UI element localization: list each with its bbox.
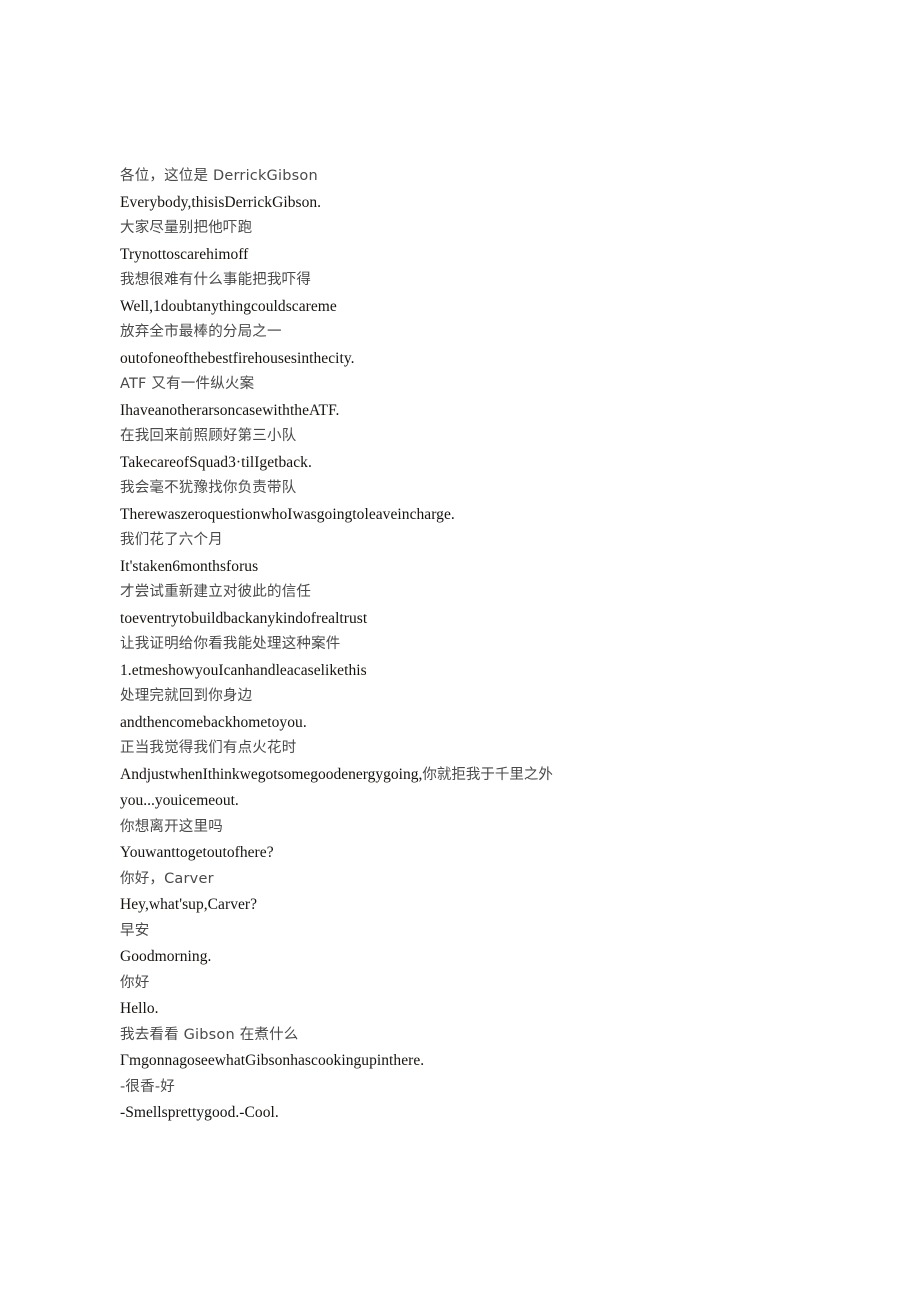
subtitle-line-english: It'staken6monthsforus bbox=[120, 557, 259, 575]
subtitle-line-chinese: 我会毫不犹豫找你负责带队 bbox=[120, 480, 297, 496]
subtitle-line-english: Youwanttogetoutofhere? bbox=[120, 844, 274, 861]
subtitle-line-english: Trynottoscarehimoff bbox=[120, 245, 249, 263]
subtitle-line-chinese: 让我证明给你看我能处理这种案件 bbox=[120, 636, 341, 652]
subtitle-line-chinese: 你好 bbox=[120, 974, 150, 991]
subtitle-line-chinese: 才尝试重新建立对彼此的信任 bbox=[120, 584, 312, 600]
subtitle-line-english: -Smellsprettygood.-Cool. bbox=[120, 1104, 279, 1121]
subtitle-line-chinese: 大家尽量别把他吓跑 bbox=[120, 220, 253, 236]
subtitle-line-english: toeventrytobuildbackanykindofrealtrust bbox=[120, 609, 368, 627]
subtitle-line-chinese: 放弃全市最棒的分局之一 bbox=[120, 324, 282, 340]
subtitle-line-chinese: 我去看看 Gibson 在煮什么 bbox=[120, 1026, 299, 1043]
subtitle-line-english: Well,1doubtanythingcouldscareme bbox=[120, 297, 337, 315]
subtitle-line-english: IhaveanotherarsoncasewiththeATF. bbox=[120, 401, 340, 419]
subtitle-line-chinese: 各位，这位是 DerrickGibson bbox=[120, 168, 318, 184]
subtitle-run-chinese: 你就拒我于千里之外 bbox=[422, 766, 553, 783]
subtitle-line-english: TherewaszeroquestionwhoIwasgoingtoleavei… bbox=[120, 505, 455, 523]
subtitle-line-english: Goodmorning. bbox=[120, 948, 212, 965]
subtitle-line-english: ΓmgonnagoseewhatGibsonhascookingupinther… bbox=[120, 1052, 425, 1069]
subtitle-line-chinese: -很香-好 bbox=[120, 1078, 175, 1095]
subtitle-line-chinese: 处理完就回到你身边 bbox=[120, 688, 253, 704]
subtitle-line-english: 1.etmeshowyouIcanhandleacaselikethis bbox=[120, 661, 367, 679]
subtitle-line-chinese: 正当我觉得我们有点火花时 bbox=[120, 740, 297, 756]
subtitle-line-chinese: 我们花了六个月 bbox=[120, 532, 223, 548]
subtitle-line-english: outofoneofthebestfirehousesinthecity. bbox=[120, 349, 355, 367]
subtitle-line-mixed: AndjustwhenIthinkwegotsomegoodenergygoin… bbox=[120, 762, 590, 814]
subtitle-line-english: TakecareofSquad3·tilIgetback. bbox=[120, 453, 312, 471]
subtitle-line-english: Everybody,thisisDerrickGibson. bbox=[120, 193, 322, 211]
subtitle-line-chinese: 我想很难有什么事能把我吓得 bbox=[120, 272, 312, 288]
subtitle-run-english-continued: you...youicemeout. bbox=[120, 792, 239, 809]
subtitle-line-chinese: 你好，Carver bbox=[120, 870, 214, 887]
subtitle-line-english: andthencomebackhometoyou. bbox=[120, 713, 307, 731]
subtitle-run-english: AndjustwhenIthinkwegotsomegoodenergygoin… bbox=[120, 765, 423, 783]
document-page: 各位，这位是 DerrickGibson Everybody,thisisDerr… bbox=[0, 0, 920, 1301]
subtitle-line-chinese: 早安 bbox=[120, 922, 150, 939]
subtitle-line-chinese: 在我回来前照顾好第三小队 bbox=[120, 428, 297, 444]
subtitle-line-english: Hello. bbox=[120, 1000, 159, 1017]
subtitle-transcript: 各位，这位是 DerrickGibson Everybody,thisisDerr… bbox=[120, 163, 620, 1126]
subtitle-line-chinese: 你想离开这里吗 bbox=[120, 818, 223, 835]
subtitle-line-chinese: ATF 又有一件纵火案 bbox=[120, 376, 255, 392]
subtitle-line-english: Hey,what'sup,Carver? bbox=[120, 896, 258, 913]
